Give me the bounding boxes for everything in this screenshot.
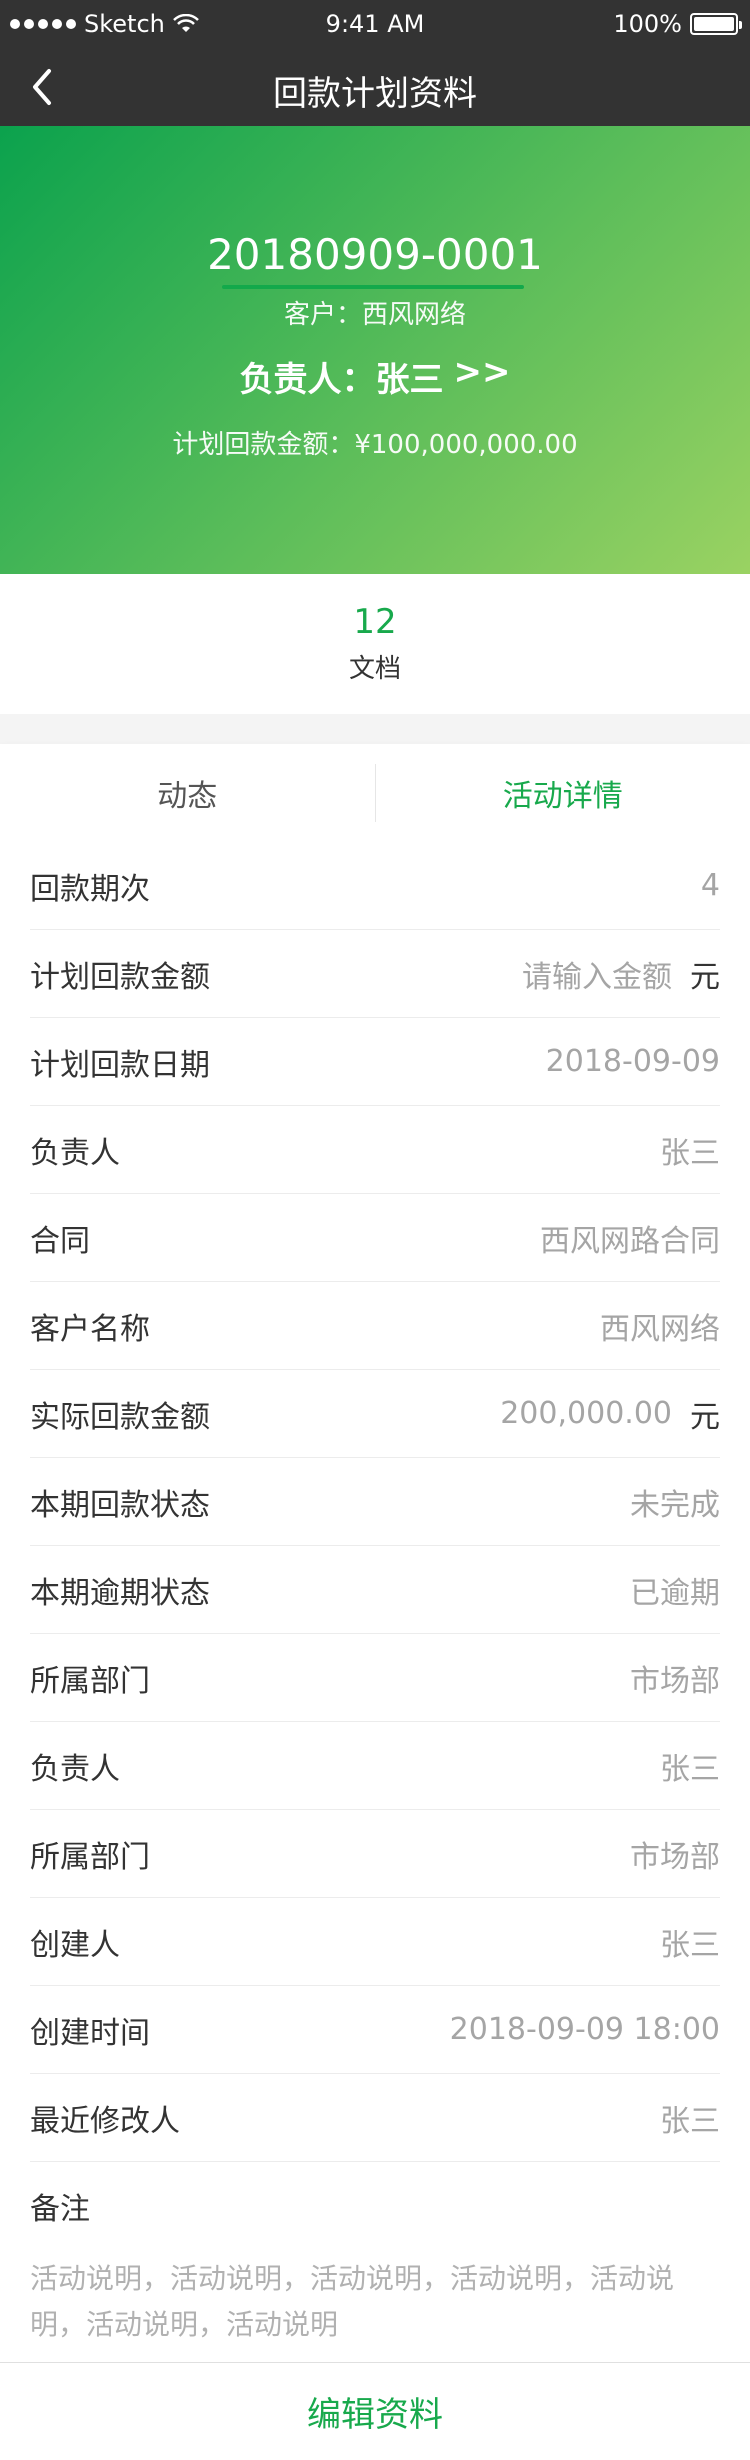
row-label: 本期回款状态 xyxy=(30,1487,210,1523)
row-value: 张三 xyxy=(660,1135,720,1171)
row-value: 4 xyxy=(700,868,720,903)
notes-text: 活动说明，活动说明，活动说明，活动说明，活动说明，活动说明，活动说明 xyxy=(30,2262,675,2341)
documents-count: 12 xyxy=(353,602,397,642)
owner-link[interactable]: 负责人：张三 >> xyxy=(0,352,750,401)
row-owner[interactable]: 负责人 张三 xyxy=(30,1106,720,1194)
row-value: 200,000.00 xyxy=(500,1396,672,1431)
row-last-modifier[interactable]: 最近修改人 张三 xyxy=(30,2074,720,2162)
row-value: 市场部 xyxy=(630,1663,720,1699)
footer-bar: 编辑资料 xyxy=(0,2362,750,2460)
row-label: 创建时间 xyxy=(30,2015,150,2051)
row-label: 创建人 xyxy=(30,1927,120,1963)
row-value: 张三 xyxy=(660,1927,720,1963)
row-value: 市场部 xyxy=(630,1839,720,1875)
status-bar: Sketch 9:41 AM 100% xyxy=(0,0,750,48)
notes-label: 备注 xyxy=(30,2192,90,2227)
status-right: 100% xyxy=(613,10,742,38)
tab-activity[interactable]: 动态 xyxy=(0,744,375,842)
row-planned-date[interactable]: 计划回款日期 2018-09-09 xyxy=(30,1018,720,1106)
row-label: 所属部门 xyxy=(30,1663,150,1699)
row-contract[interactable]: 合同 西风网路合同 xyxy=(30,1194,720,1282)
page-title: 回款计划资料 xyxy=(273,74,477,114)
unit-label: 元 xyxy=(690,1399,720,1435)
battery-icon xyxy=(690,13,742,35)
row-label: 实际回款金额 xyxy=(30,1399,210,1435)
row-overdue-status[interactable]: 本期逾期状态 已逾期 xyxy=(30,1546,720,1634)
row-label: 回款期次 xyxy=(30,871,150,907)
row-value: 张三 xyxy=(660,2103,720,2139)
row-department-2[interactable]: 所属部门 市场部 xyxy=(30,1810,720,1898)
planned-amount: 计划回款金额：¥100,000,000.00 xyxy=(172,430,578,460)
row-value: 2018-09-09 18:00 xyxy=(449,2012,720,2047)
row-planned-amount[interactable]: 计划回款金额 请输入金额 元 xyxy=(30,930,720,1018)
plan-code: 20180909-0001 xyxy=(207,230,543,279)
tab-bar: 动态 活动详情 xyxy=(0,744,750,842)
battery-percent: 100% xyxy=(613,10,682,38)
row-value: 2018-09-09 xyxy=(545,1044,720,1079)
documents-tile[interactable]: 12 文档 xyxy=(0,574,750,714)
row-created-time[interactable]: 创建时间 2018-09-09 18:00 xyxy=(30,1986,720,2074)
row-value: 未完成 xyxy=(630,1487,720,1523)
tab-details[interactable]: 活动详情 xyxy=(376,744,750,842)
notes-section[interactable]: 备注 活动说明，活动说明，活动说明，活动说明，活动说明，活动说明，活动说明 xyxy=(30,2162,720,2348)
row-label: 计划回款金额 xyxy=(30,959,210,995)
row-value: 西风网络 xyxy=(600,1311,720,1347)
unit-label: 元 xyxy=(690,959,720,995)
owner-arrow-icon: >> xyxy=(453,352,511,392)
row-label: 合同 xyxy=(30,1223,90,1259)
row-creator[interactable]: 创建人 张三 xyxy=(30,1898,720,1986)
row-label: 本期逾期状态 xyxy=(30,1575,210,1611)
row-label: 负责人 xyxy=(30,1751,120,1787)
amount-input[interactable]: 请输入金额 xyxy=(522,952,672,996)
owner-label: 负责人：张三 xyxy=(239,360,444,400)
row-label: 客户名称 xyxy=(30,1311,150,1347)
row-label: 最近修改人 xyxy=(30,2103,180,2139)
row-customer-name[interactable]: 客户名称 西风网络 xyxy=(30,1282,720,1370)
row-label: 所属部门 xyxy=(30,1839,150,1875)
row-payment-status[interactable]: 本期回款状态 未完成 xyxy=(30,1458,720,1546)
row-owner-2[interactable]: 负责人 张三 xyxy=(30,1722,720,1810)
row-actual-amount[interactable]: 实际回款金额 200,000.00 元 xyxy=(30,1370,720,1458)
row-label: 负责人 xyxy=(30,1135,120,1171)
summary-header: 20180909-0001 客户：西风网络 负责人：张三 >> 计划回款金额：¥… xyxy=(0,126,750,574)
row-period[interactable]: 回款期次 4 xyxy=(30,842,720,930)
row-label: 计划回款日期 xyxy=(30,1047,210,1083)
code-underline xyxy=(222,285,524,289)
row-value: 已逾期 xyxy=(630,1575,720,1611)
row-value: 张三 xyxy=(660,1751,720,1787)
nav-bar: 回款计划资料 xyxy=(0,48,750,126)
customer-line: 客户：西风网络 xyxy=(283,300,466,330)
row-value: 西风网路合同 xyxy=(540,1223,720,1259)
edit-button[interactable]: 编辑资料 xyxy=(307,2387,443,2436)
detail-list: 回款期次 4 计划回款金额 请输入金额 元 计划回款日期 2018-09-09 … xyxy=(0,842,750,2362)
row-department[interactable]: 所属部门 市场部 xyxy=(30,1634,720,1722)
documents-label: 文档 xyxy=(348,654,401,684)
